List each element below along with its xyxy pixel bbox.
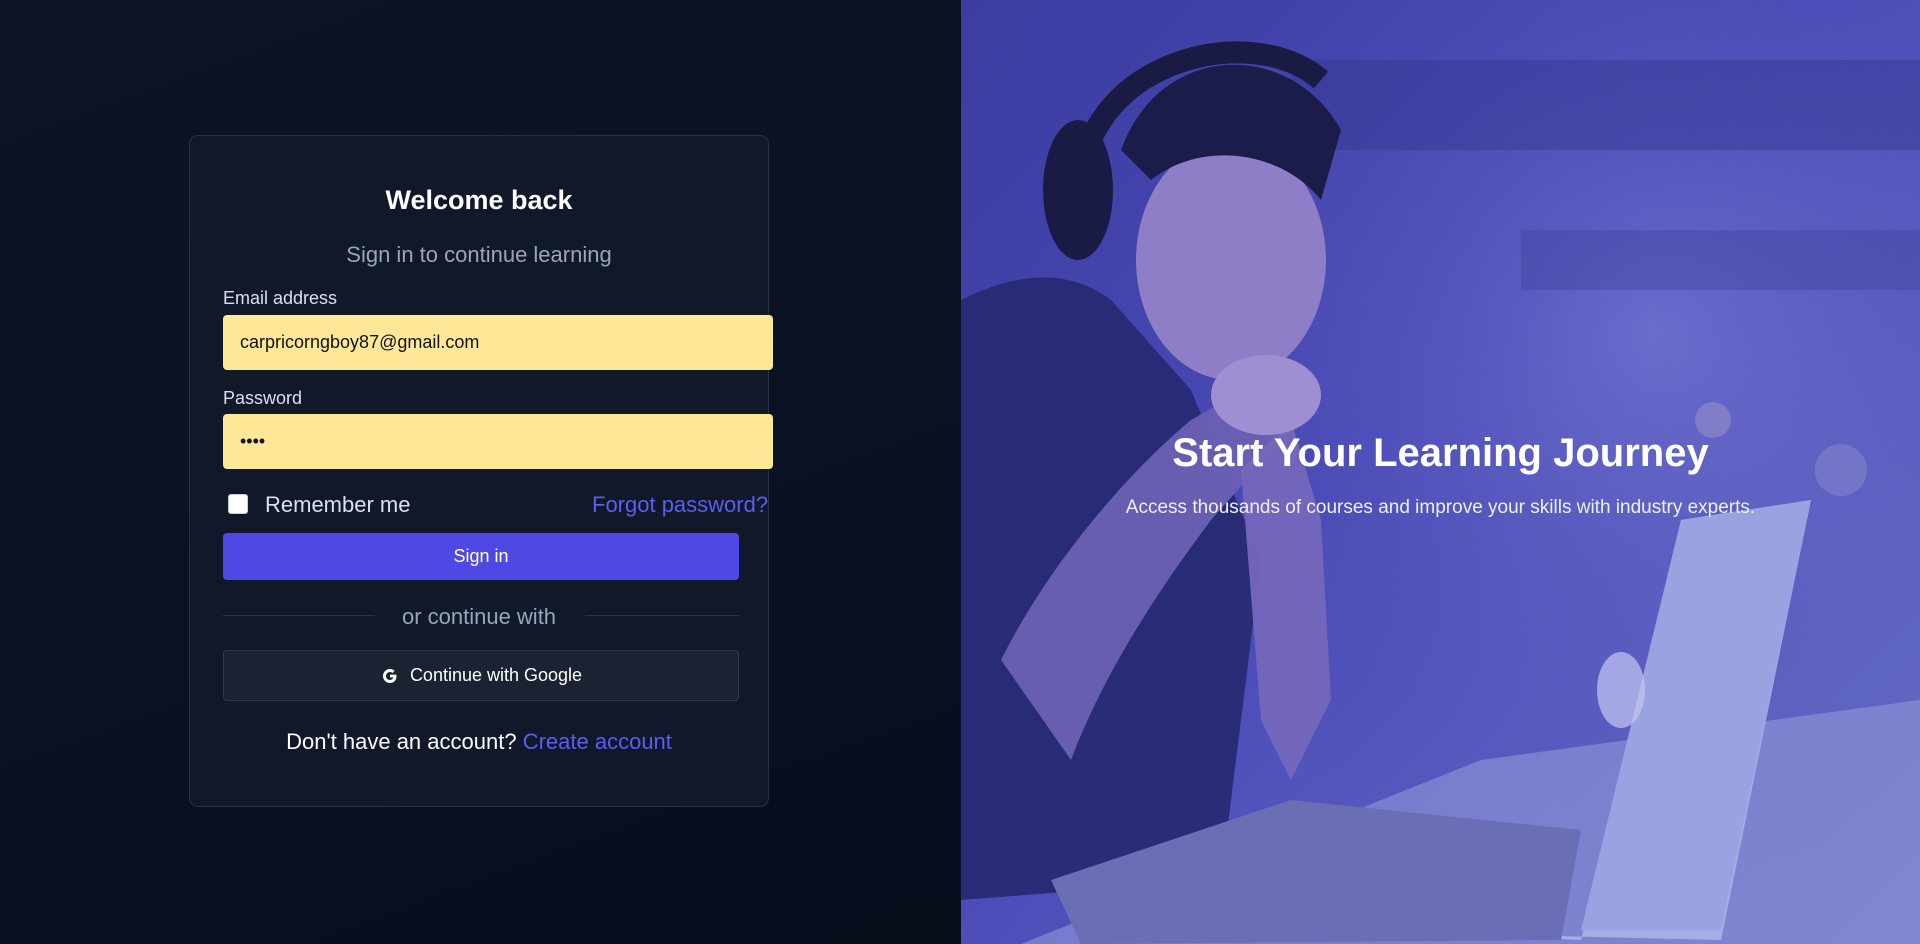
- signup-prompt-text: Don't have an account?: [286, 729, 517, 754]
- divider-text: or continue with: [401, 604, 557, 629]
- google-button-label: Continue with Google: [409, 665, 583, 685]
- email-label: Email address: [223, 288, 338, 308]
- divider-line-right: [585, 615, 739, 616]
- password-label: Password: [223, 388, 303, 408]
- remember-checkbox[interactable]: [228, 494, 248, 514]
- create-account-link[interactable]: Create account: [523, 729, 672, 754]
- login-panel: Welcome back Sign in to continue learnin…: [0, 0, 960, 944]
- google-g-icon: [380, 666, 400, 686]
- password-field[interactable]: [223, 414, 773, 469]
- email-field[interactable]: [223, 315, 773, 370]
- google-sign-in-button[interactable]: Continue with Google: [223, 650, 739, 701]
- hero-text: Access thousands of courses and improve …: [1125, 497, 1756, 518]
- login-card: Welcome back Sign in to continue learnin…: [189, 135, 773, 807]
- forgot-password-link[interactable]: Forgot password?: [592, 492, 768, 518]
- remember-row: Remember me Forgot password?: [228, 489, 768, 521]
- hero-panel: Start Your Learning Journey Access thous…: [961, 0, 1920, 944]
- page-subtitle: Sign in to continue learning: [346, 242, 612, 267]
- remember-label[interactable]: Remember me: [265, 492, 410, 518]
- hero-heading: Start Your Learning Journey: [1172, 431, 1709, 475]
- sign-in-button[interactable]: Sign in: [223, 533, 739, 580]
- signup-prompt: Don't have an account? Create account: [190, 729, 768, 755]
- page-title: Welcome back: [385, 185, 573, 215]
